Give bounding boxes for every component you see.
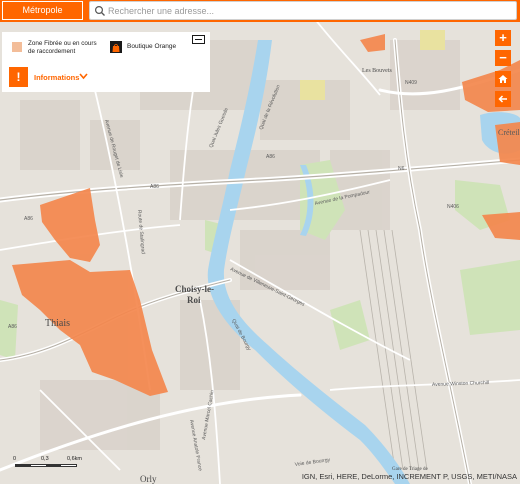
road-label-a86-right: A86 [266,154,275,160]
informations-toggle[interactable]: Informations [34,73,79,82]
road-label-n406: N406 [447,204,459,210]
map-scale: 0 0,3 0,6km [13,456,82,470]
info-alert-icon: ! [9,67,28,87]
region-select-button[interactable]: Métropole [2,1,83,20]
place-label-roi: Roi [187,295,201,305]
search-box [89,1,517,20]
road-label-a86-left: A86 [24,216,33,222]
fiber-zone-legend-label: Zone Fibrée ou en cours de raccordement [28,40,97,55]
place-label-choisy: Choisy-le- [175,284,214,294]
zoom-out-button[interactable]: − [495,50,511,66]
scale-label-mid: 0,3 [41,456,49,462]
place-label-bouvets: Les Bouvets [362,68,392,74]
map-app: Thiais Choisy-le- Roi Orly Créteil Les B… [0,0,520,484]
fiber-zone-swatch [12,42,22,52]
scale-label-end: 0,6km [67,456,82,462]
legend-collapse-button[interactable] [192,35,205,44]
search-icon[interactable] [94,5,106,17]
place-label-creteil: Créteil [498,128,520,137]
shop-legend-label: Boutique Orange [127,43,177,50]
legend-panel: Zone Fibrée ou en cours de raccordement … [2,32,210,92]
road-label-a86-mid: A86 [150,184,159,190]
orange-shop-icon [110,41,122,53]
zoom-out-icon: − [499,50,507,65]
home-button[interactable] [495,71,511,87]
scale-label-0: 0 [13,456,17,462]
place-label-thiais: Thiais [45,318,70,329]
top-bar: Métropole [0,0,520,22]
back-arrow-icon [498,95,507,103]
road-label-n409: N409 [405,80,417,86]
back-button[interactable] [495,91,511,107]
road-label-a86-bottom: A86 [8,324,17,330]
address-search-input[interactable] [108,4,508,18]
chevron-down-icon[interactable] [79,72,88,80]
zoom-in-button[interactable]: + [495,30,511,46]
zoom-in-icon: + [499,30,507,45]
scale-bar [15,464,77,467]
map-attribution: IGN, Esri, HERE, DeLorme, INCREMENT P, U… [301,472,517,481]
road-label-n6: N6 [398,166,405,172]
home-icon [498,75,508,83]
place-label-orly: Orly [140,474,157,484]
